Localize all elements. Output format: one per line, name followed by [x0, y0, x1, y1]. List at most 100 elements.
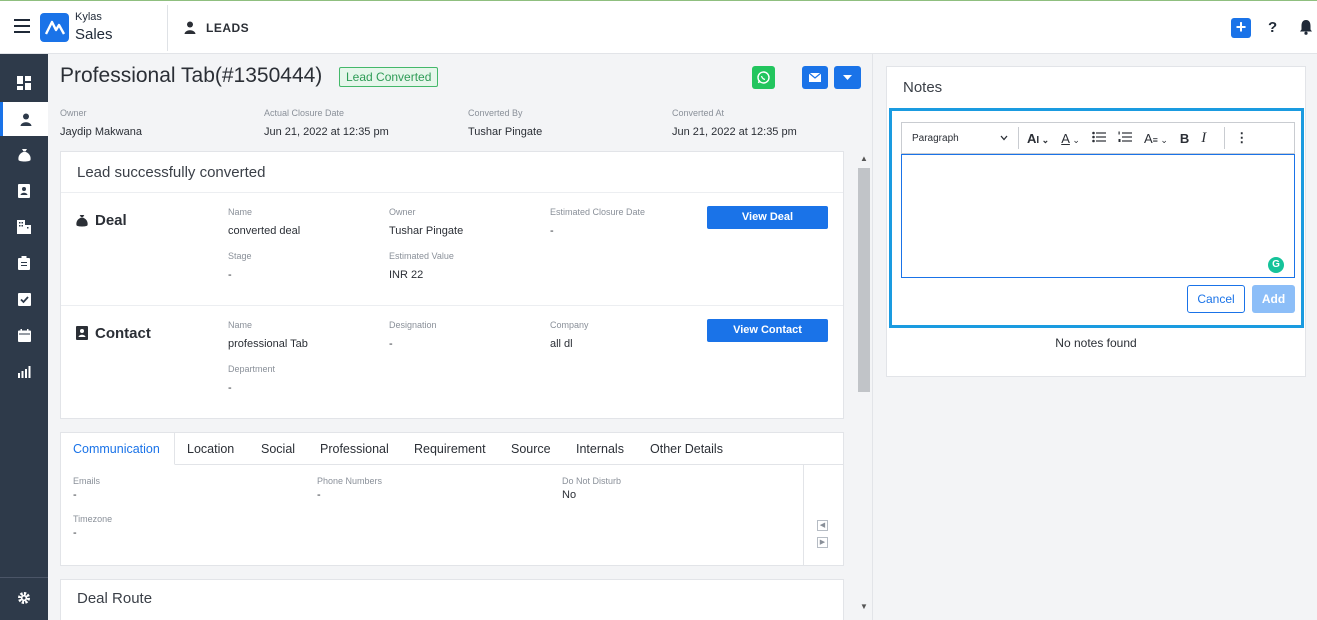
more-vertical-icon[interactable]: ⋮ — [1235, 130, 1248, 146]
quick-add-button[interactable]: + — [1231, 18, 1251, 38]
field-label: Department — [228, 364, 276, 374]
kylas-logo-icon[interactable] — [40, 13, 69, 42]
deal-stage-field: Stage - — [228, 251, 252, 281]
add-note-button[interactable]: Add — [1252, 285, 1295, 313]
hamburger-menu-icon[interactable] — [14, 19, 30, 33]
whatsapp-button[interactable] — [752, 66, 775, 89]
timezone-field: Timezone - — [73, 514, 112, 539]
page-title: Professional Tab(#1350444) — [60, 64, 323, 87]
tab-professional[interactable]: Professional — [320, 442, 389, 456]
tab-other-details[interactable]: Other Details — [650, 442, 723, 456]
help-icon[interactable]: ? — [1268, 19, 1277, 36]
grammarly-icon[interactable]: G — [1268, 257, 1284, 273]
meta-label: Actual Closure Date — [264, 108, 345, 118]
deal-section-title: Deal — [95, 212, 127, 229]
meta-value: Jaydip Makwana — [60, 126, 142, 138]
sidebar-item-clipboard[interactable] — [0, 246, 48, 280]
field-label: Do Not Disturb — [562, 476, 622, 486]
scroll-down-icon[interactable]: ▼ — [860, 602, 868, 611]
notes-panel: Notes Paragraph AI ⌄ A ⌄ A≡ ⌄ B I ⋮ G Ca — [886, 66, 1306, 377]
bold-icon[interactable]: B — [1180, 131, 1189, 146]
paragraph-select[interactable]: Paragraph — [912, 133, 1008, 144]
field-value: No — [562, 489, 577, 501]
tab-social[interactable]: Social — [261, 442, 295, 456]
contact-section-title: Contact — [95, 325, 151, 342]
text-style-icon[interactable]: A≡ ⌄ — [1144, 131, 1168, 146]
field-value: - — [317, 489, 321, 501]
checkbox-icon — [17, 292, 31, 306]
conversion-heading: Lead successfully converted — [77, 164, 266, 181]
divider — [167, 5, 168, 51]
meta-label: Converted At — [672, 108, 725, 118]
field-value: converted deal — [228, 225, 301, 237]
field-label: Timezone — [73, 514, 113, 524]
details-tabs-card: Communication Location Social Profession… — [60, 432, 844, 566]
tab-source[interactable]: Source — [511, 442, 551, 456]
sidebar-item-reports[interactable] — [0, 354, 48, 388]
view-contact-button[interactable]: View Contact — [707, 319, 828, 342]
font-color-icon[interactable]: A ⌄ — [1061, 131, 1080, 146]
sidebar-item-leads[interactable] — [0, 102, 48, 136]
brand-product: Sales — [75, 26, 113, 43]
note-text-area[interactable]: G — [901, 154, 1295, 278]
field-value: - — [228, 382, 232, 394]
tab-location[interactable]: Location — [187, 442, 234, 456]
empty-notes-message: No notes found — [1055, 336, 1137, 350]
tab-internals[interactable]: Internals — [576, 442, 624, 456]
sidebar-item-tasks[interactable] — [0, 282, 48, 316]
caret-down-icon — [843, 75, 852, 80]
view-deal-button[interactable]: View Deal — [707, 206, 828, 229]
more-actions-dropdown[interactable] — [834, 66, 861, 89]
scroll-thumb[interactable] — [858, 168, 870, 392]
email-button[interactable] — [802, 66, 828, 89]
sidebar-item-deals[interactable] — [0, 138, 48, 172]
numbered-list-icon[interactable] — [1118, 131, 1132, 146]
divider — [1224, 127, 1226, 149]
whatsapp-icon — [757, 71, 770, 84]
scrollbar[interactable]: ▲ ▼ — [858, 154, 870, 614]
deal-value-field: Estimated Value INR 22 — [389, 251, 454, 281]
chevron-down-icon — [1000, 135, 1008, 141]
italic-icon[interactable]: I — [1201, 130, 1206, 147]
phone-numbers-field: Phone Numbers - — [317, 476, 382, 501]
scroll-right-icon[interactable]: ▶ — [817, 537, 828, 548]
divider — [61, 305, 843, 306]
bell-icon[interactable] — [1299, 19, 1313, 40]
scroll-left-icon[interactable]: ◀ — [817, 520, 828, 531]
meta-label: Converted By — [468, 108, 523, 118]
building-icon — [17, 220, 31, 234]
sidebar-item-settings[interactable] — [0, 581, 48, 615]
field-value: - — [550, 225, 554, 237]
field-label: Designation — [389, 320, 437, 330]
paragraph-select-value: Paragraph — [912, 132, 959, 144]
field-label: Stage — [228, 251, 252, 261]
field-label: Name — [228, 320, 253, 330]
tab-requirement[interactable]: Requirement — [414, 442, 486, 456]
person-icon — [20, 113, 31, 126]
cancel-button[interactable]: Cancel — [1187, 285, 1245, 313]
meta-value: Jun 21, 2022 at 12:35 pm — [672, 126, 797, 138]
field-value: professional Tab — [228, 338, 308, 350]
sidebar-item-companies[interactable] — [0, 210, 48, 244]
contact-company-field: Company all dl — [550, 320, 589, 350]
field-label: Estimated Closure Date — [550, 207, 646, 217]
meta-closure-date: Actual Closure Date Jun 21, 2022 at 12:3… — [264, 108, 389, 138]
meta-converted-at: Converted At Jun 21, 2022 at 12:35 pm — [672, 108, 797, 138]
field-label: Company — [550, 320, 589, 330]
dashboard-icon — [17, 76, 31, 90]
brand-name: Kylas — [75, 11, 102, 23]
contact-department-field: Department - — [228, 364, 275, 394]
user-icon — [184, 21, 196, 39]
bulleted-list-icon[interactable] — [1092, 131, 1106, 146]
scroll-up-icon[interactable]: ▲ — [860, 154, 868, 163]
deal-route-card: Deal Route — [60, 579, 844, 620]
sidebar-item-dashboard[interactable] — [0, 66, 48, 100]
clipboard-icon — [18, 256, 30, 270]
sidebar — [0, 54, 48, 620]
conversion-card: Lead successfully converted Deal Name co… — [60, 151, 844, 419]
bar-chart-icon — [17, 365, 30, 378]
sidebar-item-contacts[interactable] — [0, 174, 48, 208]
tab-communication[interactable]: Communication — [73, 442, 160, 456]
sidebar-item-calendar[interactable] — [0, 318, 48, 352]
font-size-icon[interactable]: AI ⌄ — [1027, 131, 1049, 146]
